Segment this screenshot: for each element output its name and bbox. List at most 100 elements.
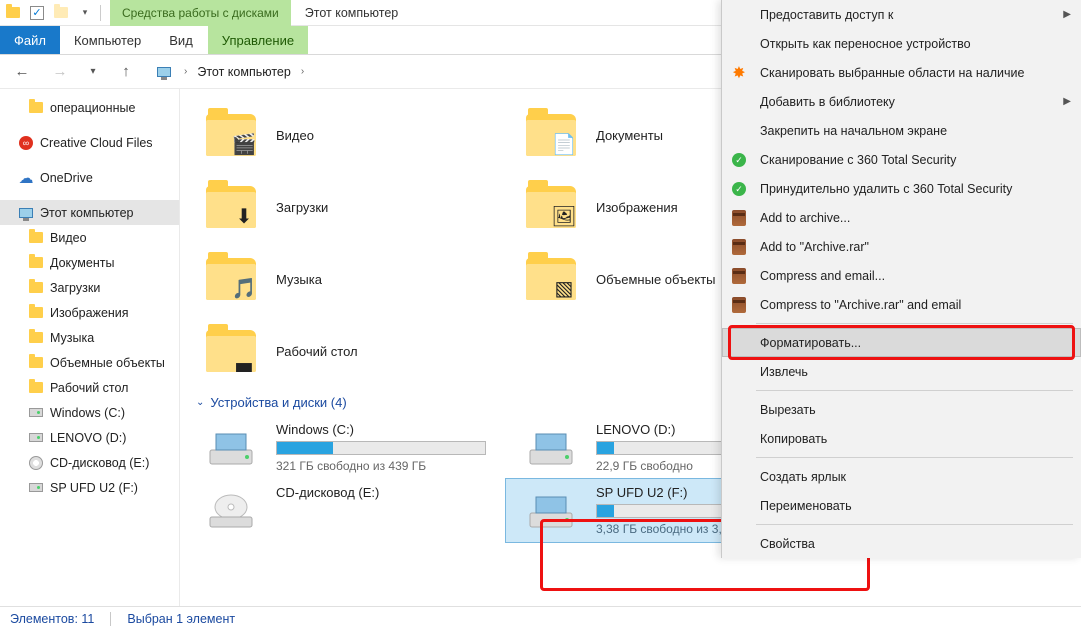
tab-computer[interactable]: Компьютер [60, 26, 155, 54]
breadcrumb-root[interactable]: Этот компьютер [197, 65, 290, 79]
chevron-right-icon: ▶ [1063, 96, 1071, 107]
menu-item-icon [728, 399, 750, 421]
qat-dropdown-icon[interactable]: ▾ [76, 4, 94, 22]
drive-name: CD-дисковод (E:) [276, 485, 506, 500]
up-button[interactable]: ↑ [112, 58, 140, 86]
forward-button[interactable]: → [46, 58, 74, 86]
drive-icon [28, 480, 44, 496]
menu-item-label: Compress and email... [760, 269, 885, 283]
menu-item[interactable]: Открыть как переносное устройство [722, 29, 1081, 58]
folder-item[interactable]: ⬇Загрузки [186, 171, 506, 243]
menu-item[interactable]: Compress to "Archive.rar" and email [722, 290, 1081, 319]
tree-item[interactable]: Изображения [0, 300, 179, 325]
chevron-right-icon[interactable]: › [184, 66, 187, 77]
tree-item[interactable]: CD-дисковод (E:) [0, 450, 179, 475]
folder-icon [28, 280, 44, 296]
tree-item[interactable]: Рабочий стол [0, 375, 179, 400]
drive-item[interactable]: Windows (C:)321 ГБ свободно из 439 ГБ [186, 416, 506, 479]
menu-item[interactable]: Вырезать [722, 395, 1081, 424]
quick-access-toolbar: ✓ ▾ [0, 4, 110, 22]
folder-large-icon: 📄 [506, 114, 596, 156]
folder-item[interactable]: 🎬Видео [186, 99, 506, 171]
tree-item[interactable]: SP UFD U2 (F:) [0, 475, 179, 500]
back-button[interactable]: ← [8, 58, 36, 86]
menu-item-icon: ✓ [728, 178, 750, 200]
tab-manage[interactable]: Управление [207, 26, 308, 54]
folder-label: Документы [596, 128, 663, 143]
menu-item-label: Создать ярлык [760, 470, 846, 484]
menu-item[interactable]: Переименовать [722, 491, 1081, 520]
properties-checkbox[interactable]: ✓ [28, 4, 46, 22]
tree-item-label: Загрузки [50, 281, 100, 295]
menu-item-label: Переименовать [760, 499, 852, 513]
tree-item[interactable]: Загрузки [0, 275, 179, 300]
menu-item-label: Сканировать выбранные области на наличие [760, 66, 1024, 80]
menu-item-icon [728, 428, 750, 450]
menu-item[interactable]: Свойства [722, 529, 1081, 558]
menu-item-label: Свойства [760, 537, 815, 551]
status-separator [110, 612, 111, 626]
recent-dropdown-icon[interactable]: ▾ [84, 58, 102, 86]
tree-item[interactable]: Документы [0, 250, 179, 275]
folder-icon [28, 100, 44, 116]
tree-item[interactable]: ∞Creative Cloud Files [0, 130, 179, 155]
menu-item-label: Add to archive... [760, 211, 850, 225]
new-folder-icon[interactable] [52, 4, 70, 22]
menu-item-icon [728, 332, 750, 354]
tree-item-label: OneDrive [40, 171, 93, 185]
chevron-right-icon: ▶ [1063, 9, 1071, 20]
tree-item[interactable]: операционные [0, 95, 179, 120]
menu-item[interactable]: Закрепить на начальном экране [722, 116, 1081, 145]
menu-item[interactable]: ✓Сканирование с 360 Total Security [722, 145, 1081, 174]
tree-item-label: операционные [50, 101, 135, 115]
menu-item[interactable]: Добавить в библиотеку▶ [722, 87, 1081, 116]
folder-item[interactable]: 🎵Музыка [186, 243, 506, 315]
menu-item[interactable]: Создать ярлык [722, 462, 1081, 491]
section-title: Устройства и диски (4) [210, 395, 346, 410]
tree-item[interactable]: ☁ OneDrive [0, 165, 179, 190]
cloud-icon: ☁ [18, 170, 34, 186]
folder-item[interactable]: ▃Рабочий стол [186, 315, 506, 387]
cd-icon [28, 455, 44, 471]
tree-item[interactable]: Музыка [0, 325, 179, 350]
menu-item[interactable]: Add to archive... [722, 203, 1081, 232]
folder-icon [28, 355, 44, 371]
contextual-tab-title: Средства работы с дисками [110, 0, 291, 26]
cc-icon: ∞ [18, 135, 34, 151]
menu-item[interactable]: Add to "Archive.rar" [722, 232, 1081, 261]
folder-large-icon: ▃ [186, 330, 276, 372]
tab-view[interactable]: Вид [155, 26, 207, 54]
menu-item-icon [728, 91, 750, 113]
navigation-pane[interactable]: операционные ∞Creative Cloud Files ☁ OneDri… [0, 89, 180, 606]
tab-file[interactable]: Файл [0, 26, 60, 54]
tree-item[interactable]: Видео [0, 225, 179, 250]
tree-item[interactable]: Этот компьютер [0, 200, 179, 225]
menu-item-icon [728, 207, 750, 229]
tree-item[interactable]: Windows (C:) [0, 400, 179, 425]
folder-icon[interactable] [4, 4, 22, 22]
menu-item[interactable]: Compress and email... [722, 261, 1081, 290]
drive-icon [186, 485, 276, 529]
menu-item[interactable]: ✓Принудительно удалить с 360 Total Secur… [722, 174, 1081, 203]
menu-item[interactable]: Форматировать... [722, 328, 1081, 357]
menu-item-label: Compress to "Archive.rar" and email [760, 298, 961, 312]
tree-item[interactable]: Объемные объекты [0, 350, 179, 375]
folder-large-icon: ▧ [506, 258, 596, 300]
menu-item-label: Открыть как переносное устройство [760, 37, 971, 51]
chevron-right-icon[interactable]: › [301, 66, 304, 77]
context-menu[interactable]: Предоставить доступ к▶ Открыть как перено… [721, 0, 1081, 558]
menu-item[interactable]: ✸Сканировать выбранные области на наличи… [722, 58, 1081, 87]
folder-large-icon: ⬇ [186, 186, 276, 228]
tree-item-label: Видео [50, 231, 87, 245]
folder-icon [28, 230, 44, 246]
menu-item-icon [728, 294, 750, 316]
menu-item[interactable]: Копировать [722, 424, 1081, 453]
drive-item[interactable]: CD-дисковод (E:) [186, 479, 506, 542]
tree-item-label: LENOVO (D:) [50, 431, 126, 445]
menu-item[interactable]: Извлечь [722, 357, 1081, 386]
address-bar[interactable]: › Этот компьютер › [154, 64, 304, 80]
drive-icon [506, 485, 596, 529]
menu-item[interactable]: Предоставить доступ к▶ [722, 0, 1081, 29]
tree-item[interactable]: LENOVO (D:) [0, 425, 179, 450]
menu-item-label: Извлечь [760, 365, 808, 379]
